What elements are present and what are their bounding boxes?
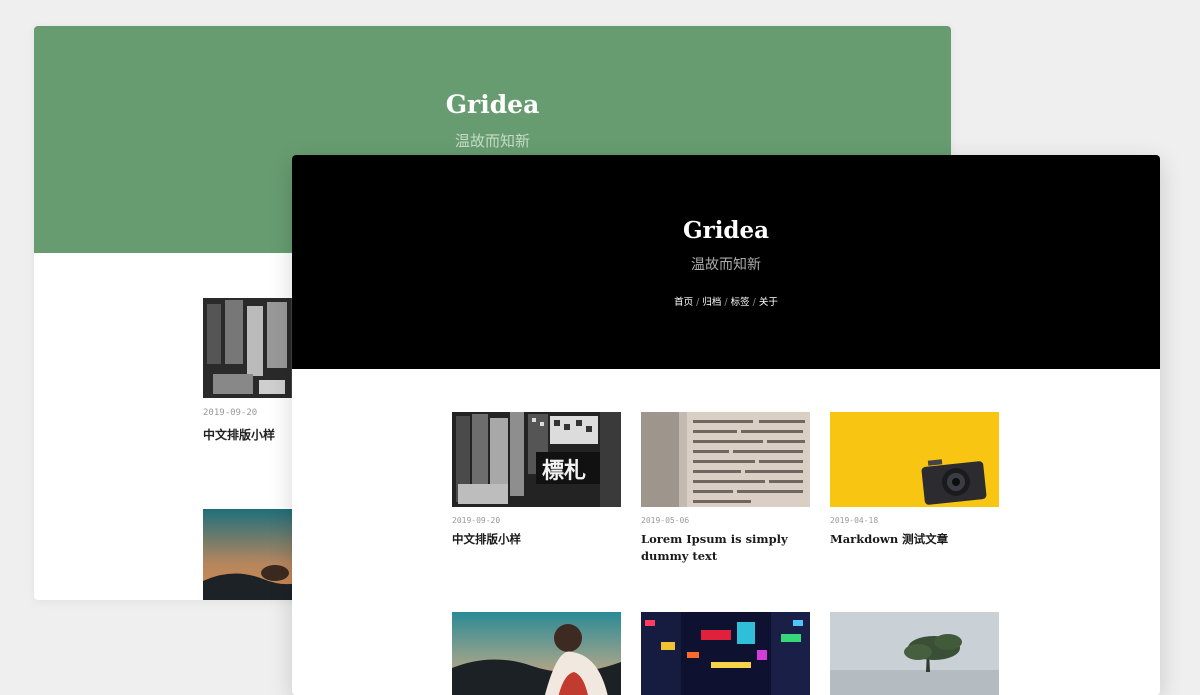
nav-home[interactable]: 首页 [674,297,693,308]
post-card: 標札 2019-09-20 中文排版小样 [452,412,621,548]
post-card: 2019-05-06 Lorem Ipsum is simply dummy t… [641,412,810,565]
post-thumbnail-neon-city[interactable] [641,612,810,695]
post-date: 2019-05-06 [641,516,690,525]
post-title[interactable]: 中文排版小样 [203,426,275,443]
post-card: 2019-04-18 Markdown 测试文章 [830,412,999,548]
post-thumbnail-dictionary[interactable] [641,412,810,507]
post-thumbnail-camera[interactable] [830,412,999,507]
front-window: Gridea 温故而知新 首页 / 归档 / 标签 / 关于 標札 2019-0… [292,155,1160,695]
site-title[interactable]: Gridea [292,217,1160,244]
post-date: 2019-09-20 [203,408,258,418]
post-thumbnail-street-signs[interactable]: 標札 [452,412,621,507]
site-subtitle: 温故而知新 [454,132,530,150]
nav-tags[interactable]: 标签 [731,297,750,308]
post-card [830,612,999,695]
nav-about[interactable]: 关于 [759,297,778,308]
post-date: 2019-04-18 [830,516,879,525]
svg-text:標札: 標札 [542,459,586,484]
post-title[interactable]: 中文排版小样 [452,531,621,548]
post-card [452,612,621,695]
post-card [641,612,810,695]
site-subtitle: 温故而知新 [691,257,761,273]
nav-archive[interactable]: 归档 [702,297,721,308]
main-nav: 首页 / 归档 / 标签 / 关于 [674,297,778,308]
post-thumbnail-sunset[interactable] [452,612,621,695]
post-title[interactable]: Lorem Ipsum is simply dummy text [641,531,810,565]
site-title[interactable]: Gridea [34,90,951,119]
post-date: 2019-09-20 [452,516,501,525]
post-title[interactable]: Markdown 测试文章 [830,531,999,548]
post-thumbnail-foggy-tree[interactable] [830,612,999,695]
